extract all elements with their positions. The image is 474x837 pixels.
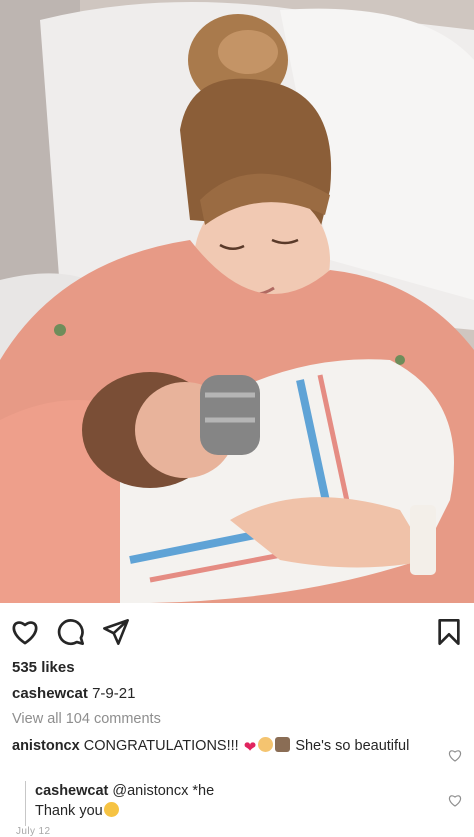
comment-text-end: She's so beautiful [295, 738, 410, 754]
smiling-face-with-hearts-emoji [103, 802, 119, 817]
comment-like-heart-icon[interactable] [448, 749, 462, 762]
reply-comment: cashewcat @anistoncx *he Thank you [35, 781, 415, 821]
paper-plane-icon[interactable] [101, 617, 131, 647]
post-date: July 12 [16, 826, 51, 837]
comment-icon[interactable] [56, 617, 86, 647]
reply-thread-line [25, 781, 26, 826]
photo-illustration [0, 0, 474, 603]
baby-face-emoji [258, 737, 274, 752]
likes-count[interactable]: 535 likes [12, 659, 75, 676]
reply-like-heart-icon[interactable] [448, 794, 462, 807]
view-all-comments-link[interactable]: View all 104 comments [12, 711, 161, 727]
heart-icon[interactable] [10, 617, 40, 647]
person-feeding-baby-emoji [275, 737, 291, 752]
post-photo[interactable] [0, 0, 474, 603]
reply-username[interactable]: cashewcat [35, 783, 108, 799]
caption-text: 7-9-21 [92, 685, 136, 702]
caption-username[interactable]: cashewcat [12, 685, 88, 702]
post-action-bar [0, 603, 474, 659]
reply-text-line2: Thank you [35, 803, 103, 819]
bookmark-icon[interactable] [434, 617, 464, 647]
comment-username[interactable]: anistoncx [12, 738, 80, 754]
caption: cashewcat 7-9-21 [12, 685, 135, 702]
red-heart-emoji: ❤ [243, 739, 257, 756]
comment: anistoncx CONGRATULATIONS!!! ❤ She's so … [12, 737, 432, 757]
comment-text-start: CONGRATULATIONS!!! [83, 738, 239, 754]
reply-mention[interactable]: @anistoncx [112, 783, 188, 799]
reply-text-line1: *he [192, 783, 215, 799]
